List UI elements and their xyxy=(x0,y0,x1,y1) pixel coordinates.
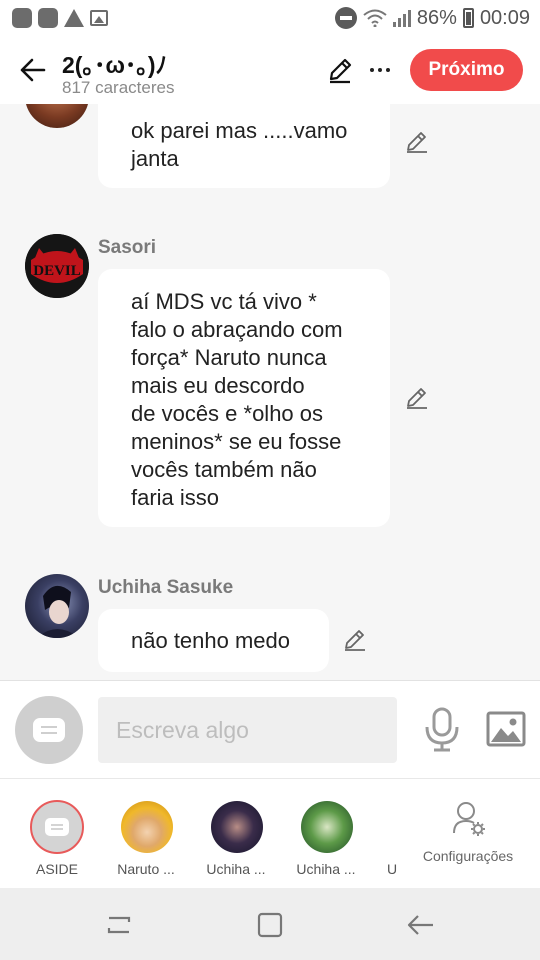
aside-toggle-button[interactable] xyxy=(15,696,83,764)
character-label: Uchiha ... xyxy=(206,861,266,877)
chat-bubble-icon xyxy=(33,718,65,742)
next-button[interactable]: Próximo xyxy=(410,49,523,91)
character-partial[interactable]: U xyxy=(371,779,411,889)
message-line: falo o abraçando com xyxy=(131,317,343,342)
character-label: ASIDE xyxy=(35,861,78,877)
more-options-button[interactable] xyxy=(366,56,394,84)
image-icon xyxy=(90,10,108,26)
avatar-text: DEVIL xyxy=(33,263,81,279)
message-line: vocês também não xyxy=(131,457,317,482)
back-icon[interactable] xyxy=(406,910,436,940)
image-upload-icon[interactable] xyxy=(486,711,526,747)
notification-icons xyxy=(12,8,108,28)
character-aside[interactable]: ASIDE xyxy=(12,779,102,889)
edit-message-icon[interactable] xyxy=(405,130,429,154)
character-uchiha-1[interactable]: Uchiha ... xyxy=(191,779,281,889)
battery-percent: 86% xyxy=(416,6,457,29)
microphone-icon[interactable] xyxy=(422,707,462,753)
battery-icon xyxy=(462,8,474,28)
avatar xyxy=(301,801,353,853)
message-line: meninos* se eu fosse xyxy=(131,429,342,454)
character-uchiha-2[interactable]: Uchiha ... xyxy=(281,779,371,889)
message-line: de vocês e *olho os xyxy=(131,401,324,426)
message-line: aí MDS vc tá vivo * xyxy=(131,289,317,314)
recent-apps-icon[interactable] xyxy=(104,910,134,940)
back-button[interactable] xyxy=(14,52,50,88)
message-input[interactable] xyxy=(98,697,397,763)
character-naruto[interactable]: Naruto ... xyxy=(101,779,191,889)
character-label: Uchiha ... xyxy=(296,861,356,877)
header: 2(｡･ω･｡)ﾉ 817 caracteres Próximo xyxy=(0,36,540,104)
more-icon xyxy=(370,68,374,72)
wifi-icon xyxy=(363,9,387,27)
dnd-icon xyxy=(334,7,357,29)
message-line: não tenho medo xyxy=(131,628,291,653)
chat-area[interactable]: ok parei mas .....vamo janta DEVIL Sasor… xyxy=(0,104,540,680)
avatar xyxy=(211,801,263,853)
app-icon xyxy=(12,8,32,28)
message-bubble[interactable]: aí MDS vc tá vivo * falo o abraçando com… xyxy=(98,269,390,527)
settings-button[interactable]: Configurações xyxy=(420,779,516,889)
page-title: 2(｡･ω･｡)ﾉ xyxy=(62,52,168,78)
settings-label: Configurações xyxy=(422,848,514,864)
status-bar: 86% 00:09 xyxy=(0,0,540,36)
home-icon[interactable] xyxy=(255,910,285,940)
avatar-uchiha-sasuke[interactable] xyxy=(25,574,89,638)
avatar[interactable] xyxy=(25,104,89,128)
sender-name: Sasori xyxy=(98,237,157,258)
back-arrow-icon xyxy=(20,58,46,82)
edit-message-icon[interactable] xyxy=(405,386,429,410)
characters-bar: ASIDE Naruto ... Uchiha ... Uchiha ... U… xyxy=(0,778,540,888)
input-bar xyxy=(0,680,540,778)
message-bubble[interactable]: ok parei mas .....vamo janta xyxy=(98,104,390,188)
character-count: 817 caracteres xyxy=(62,78,175,97)
avatar xyxy=(121,801,173,853)
pencil-icon[interactable] xyxy=(326,56,354,84)
warning-icon xyxy=(64,9,84,27)
chat-bubble-icon xyxy=(45,818,69,836)
devil-logo-icon: DEVIL xyxy=(25,234,89,298)
system-nav-bar xyxy=(0,888,540,960)
message-line: janta xyxy=(131,146,179,171)
character-portrait xyxy=(37,585,79,638)
system-icons: 86% 00:09 xyxy=(334,0,530,36)
signal-icon xyxy=(392,9,411,27)
message-line: mais eu descordo xyxy=(131,373,305,398)
message-line: força* Naruto nunca xyxy=(131,345,327,370)
sender-name: Uchiha Sasuke xyxy=(98,577,234,598)
message-bubble[interactable]: não tenho medo xyxy=(98,609,329,672)
app-icon xyxy=(38,8,58,28)
avatar-sasori[interactable]: DEVIL xyxy=(25,234,89,298)
character-label: Naruto ... xyxy=(117,861,175,877)
message-line: faria isso xyxy=(131,485,220,510)
avatar xyxy=(30,800,84,854)
edit-message-icon[interactable] xyxy=(343,628,367,652)
clock: 00:09 xyxy=(479,6,530,29)
user-settings-icon xyxy=(453,802,485,836)
message-line: ok parei mas .....vamo xyxy=(131,118,348,143)
